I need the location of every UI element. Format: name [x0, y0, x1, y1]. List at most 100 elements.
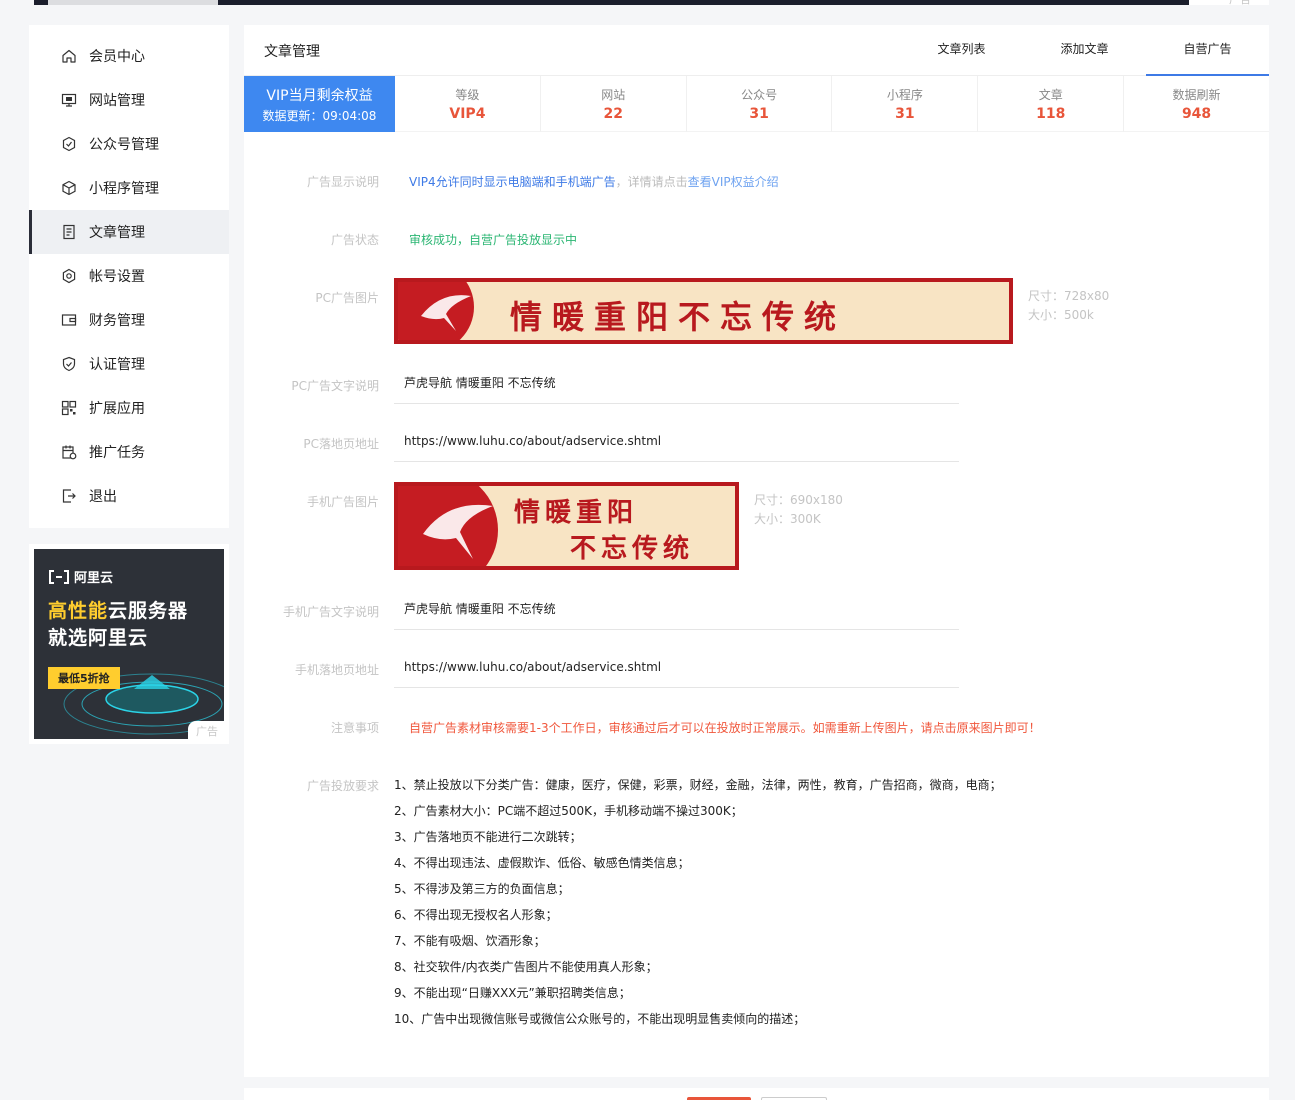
ad-headline-1: 高性能云服务器 [48, 596, 188, 623]
sidebar-item-articles[interactable]: 文章管理 [29, 210, 229, 254]
tab-add-article[interactable]: 添加文章 [1023, 25, 1146, 76]
aliyun-brand: 阿里云 [48, 567, 113, 586]
pc-text-label: PC广告文字说明 [291, 379, 379, 393]
mobile-image-label: 手机广告图片 [306, 495, 379, 509]
tab-self-ads[interactable]: 自营广告 [1146, 25, 1269, 76]
top-ad-label: 广告 [1229, 0, 1251, 7]
requirement-item: 7、不能有吸烟、饮酒形象； [394, 934, 546, 948]
mobile-ad-image[interactable]: 情暖重阳 不忘传统 [394, 482, 739, 570]
sidebar-item-verification[interactable]: 认证管理 [29, 342, 229, 386]
sidebar-item-label: 文章管理 [89, 225, 145, 241]
sidebar-item-official-account[interactable]: 公众号管理 [29, 122, 229, 166]
requirement-item: 6、不得出现无授权名人形象； [394, 908, 558, 922]
top-ad-label-box: 广告 [1189, 0, 1269, 7]
stat-value: 31 [749, 106, 769, 122]
stat-mini-programs: 小程序 31 [832, 76, 979, 132]
stat-value: 948 [1181, 106, 1212, 122]
mobile-ad-text-1: 情暖重阳 [514, 498, 639, 528]
stat-label: 等级 [455, 88, 480, 102]
tab-bar: 文章列表 添加文章 自营广告 [900, 25, 1269, 76]
requirement-item: 3、广告落地页不能进行二次跳转； [394, 830, 582, 844]
vip-intro-link[interactable]: 查看VIP权益介绍 [688, 175, 779, 189]
status-label: 广告状态 [330, 233, 379, 247]
sidebar-item-label: 扩展应用 [89, 401, 145, 417]
ad-headline-rest: 云服务器 [108, 600, 189, 622]
ad-headline-2: 就选阿里云 [48, 627, 149, 649]
document-icon [63, 224, 75, 240]
main-panel: 文章管理 文章列表 添加文章 自营广告 VIP当月剩余权益 数据更新：09:04… [244, 25, 1269, 1077]
mobile-ad-crane-decoration [423, 504, 493, 559]
sidebar-item-label: 网站管理 [89, 93, 145, 109]
vip-title: VIP当月剩余权益 [266, 88, 373, 104]
mobile-filesize: 大小：300K [754, 512, 821, 526]
mobile-text-field[interactable]: 芦虎导航 情暖重阳 不忘传统 [394, 594, 959, 630]
shield-check-icon [62, 356, 76, 372]
aliyun-brand-text: 阿里云 [74, 571, 114, 586]
stat-value: 31 [895, 106, 915, 122]
stat-value: 118 [1036, 106, 1066, 122]
mobile-url-field[interactable]: https://www.luhu.co/about/adservice.shtm… [394, 652, 959, 688]
pc-url-label: PC落地页地址 [303, 437, 379, 451]
wallet-icon [61, 314, 77, 326]
sidebar-item-logout[interactable]: 退出 [29, 474, 229, 518]
requirements-label: 广告投放要求 [306, 779, 379, 793]
ad-status-text: 审核成功，自营广告投放显示中 [409, 233, 578, 247]
stat-value: VIP4 [449, 106, 486, 122]
ad-label: 广告 [188, 721, 224, 739]
sidebar-ad[interactable]: 阿里云 高性能云服务器 就选阿里云 最低5折抢 广告 [29, 544, 229, 744]
stat-level: 等级 VIP4 [395, 76, 541, 132]
pc-ad-image[interactable]: 情暖重阳不忘传统 [394, 278, 1013, 344]
vip-benefits-box: VIP当月剩余权益 数据更新：09:04:08 [244, 76, 395, 132]
sidebar-item-label: 推广任务 [89, 445, 145, 461]
calendar-task-icon [62, 445, 77, 460]
stat-label: 网站 [601, 88, 626, 102]
stat-label: 公众号 [741, 88, 778, 102]
pc-ad-text: 情暖重阳不忘传统 [510, 298, 847, 336]
sidebar-item-label: 财务管理 [89, 313, 145, 329]
mobile-ad-text-2: 不忘传统 [570, 534, 695, 564]
top-banner-strip: 广告 [34, 0, 1269, 7]
pc-ad-image-inner: 情暖重阳不忘传统 [398, 282, 1009, 340]
sidebar-ad-image[interactable]: 阿里云 高性能云服务器 就选阿里云 最低5折抢 广告 [34, 549, 224, 739]
sidebar-item-label: 小程序管理 [89, 181, 159, 197]
page-title: 文章管理 [264, 44, 320, 60]
pc-url-field[interactable]: https://www.luhu.co/about/adservice.shtm… [394, 426, 959, 462]
requirement-item: 5、不得涉及第三方的负面信息； [394, 882, 570, 896]
stat-websites: 网站 22 [540, 76, 687, 132]
stat-official-accounts: 公众号 31 [686, 76, 833, 132]
stat-articles: 文章 118 [978, 76, 1125, 132]
main-header: 文章管理 文章列表 添加文章 自营广告 [244, 25, 1269, 76]
pc-text-field[interactable]: 芦虎导航 情暖重阳 不忘传统 [394, 368, 959, 404]
sidebar-item-promotion[interactable]: 推广任务 [29, 430, 229, 474]
sidebar-item-extensions[interactable]: 扩展应用 [29, 386, 229, 430]
tab-article-list[interactable]: 文章列表 [900, 25, 1023, 76]
sidebar-item-label: 帐号设置 [89, 269, 145, 285]
logout-icon [62, 489, 76, 503]
requirement-item: 1、禁止投放以下分类广告：健康，医疗，保健，彩票，财经，金融，法律，两性，教育，… [394, 778, 1002, 792]
display-desc-main: VIP4允许同时显示电脑端和手机端广告 [409, 175, 616, 189]
sidebar-item-finance[interactable]: 财务管理 [29, 298, 229, 342]
sidebar-item-member-center[interactable]: 会员中心 [29, 34, 229, 78]
pc-filesize: 大小：500k [1028, 308, 1094, 322]
sidebar: 会员中心 网站管理 公众号管理 小程序管理 文章管理 帐号设置 财务管理 认证管… [29, 25, 229, 528]
mobile-text-label: 手机广告文字说明 [282, 605, 379, 619]
sidebar-item-mini-program[interactable]: 小程序管理 [29, 166, 229, 210]
pc-image-label: PC广告图片 [315, 291, 379, 305]
stat-value: 22 [603, 106, 623, 122]
requirement-item: 10、广告中出现微信账号或微信公众账号的，不能出现明显售卖倾向的描述； [394, 1012, 806, 1026]
display-desc-label: 广告显示说明 [306, 175, 379, 189]
sidebar-item-website[interactable]: 网站管理 [29, 78, 229, 122]
bottom-action-bar [244, 1088, 1269, 1100]
monitor-icon [61, 93, 77, 107]
mobile-size: 尺寸：690x180 [754, 493, 843, 507]
cube-icon [62, 180, 76, 196]
requirement-item: 9、不能出现“日赚XXX元”兼职招聘类信息； [394, 986, 631, 1000]
aliyun-logo-icon [49, 569, 69, 584]
top-banner-segment [48, 0, 218, 5]
sidebar-item-label: 会员中心 [89, 49, 145, 65]
sidebar-item-account-settings[interactable]: 帐号设置 [29, 254, 229, 298]
mobile-ad-image-inner: 情暖重阳 不忘传统 [398, 486, 735, 566]
mobile-spec: 尺寸：690x180 大小：300K [754, 491, 843, 529]
pc-spec: 尺寸：728x80 大小：500k [1028, 287, 1109, 325]
mobile-url-label: 手机落地页地址 [294, 663, 379, 677]
